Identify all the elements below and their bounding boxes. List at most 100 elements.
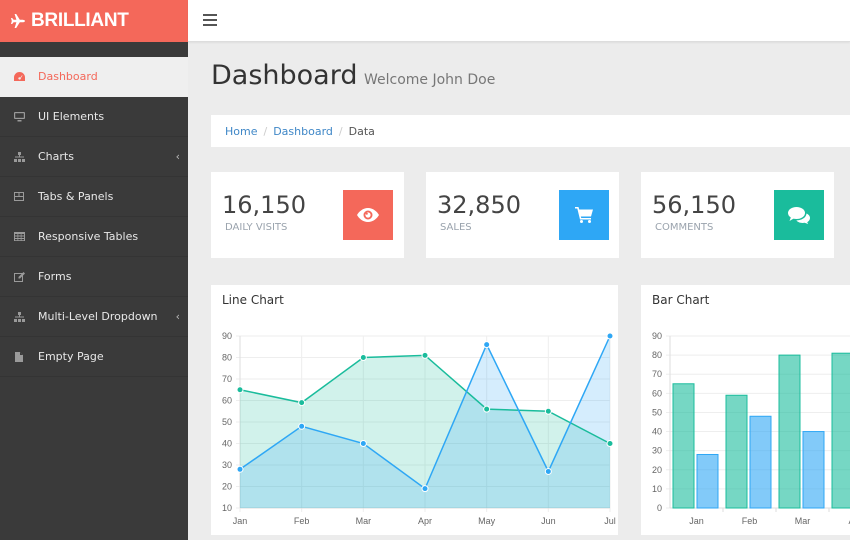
bar — [831, 352, 850, 509]
stat-value: 16,150 — [222, 191, 306, 219]
breadcrumb-separator: / — [338, 124, 343, 138]
sidebar-item-label: Forms — [38, 270, 72, 283]
y-tick-label: 60 — [222, 396, 232, 406]
panels-icon — [0, 192, 38, 201]
stat-label: SALES — [440, 222, 472, 233]
bar-chart-panel: Bar Chart 0102030405060708090JanFebMarAp… — [641, 285, 850, 535]
data-point — [544, 407, 552, 415]
data-point — [298, 422, 306, 430]
sidebar-item-charts[interactable]: Charts ‹ — [0, 137, 188, 177]
table-icon — [0, 232, 38, 241]
bar — [672, 383, 695, 509]
data-point — [236, 465, 244, 473]
bar — [802, 431, 825, 509]
y-tick-label: 80 — [652, 350, 662, 360]
brand-logo[interactable]: BRILLIANT — [0, 0, 188, 42]
data-point — [544, 467, 552, 475]
bar — [725, 394, 748, 509]
stat-card-sales: 32,850 SALES — [426, 172, 619, 258]
sidebar-item-empty-page[interactable]: Empty Page — [0, 337, 188, 377]
x-tick-label: May — [478, 516, 496, 526]
sidebar-item-forms[interactable]: Forms — [0, 257, 188, 297]
breadcrumb-separator: / — [263, 124, 268, 138]
stat-card-daily-visits: 16,150 DAILY VISITS — [211, 172, 404, 258]
sidebar-item-responsive-tables[interactable]: Responsive Tables — [0, 217, 188, 257]
y-tick-label: 10 — [652, 484, 662, 494]
x-tick-label: Apr — [418, 516, 432, 526]
y-tick-label: 90 — [652, 331, 662, 341]
y-tick-label: 30 — [652, 446, 662, 456]
sidebar-item-dashboard[interactable]: Dashboard — [0, 57, 188, 97]
x-tick-label: Mar — [356, 516, 372, 526]
sidebar-item-label: Responsive Tables — [38, 230, 139, 243]
y-tick-label: 10 — [222, 503, 232, 513]
bar-chart: 0102030405060708090JanFebMarApr — [652, 331, 850, 526]
y-tick-label: 50 — [652, 407, 662, 417]
sitemap-icon — [0, 311, 38, 322]
top-navbar — [188, 0, 850, 42]
x-tick-label: Feb — [742, 516, 758, 526]
sidebar-item-tabs-panels[interactable]: Tabs & Panels — [0, 177, 188, 217]
y-tick-label: 40 — [222, 439, 232, 449]
y-tick-label: 30 — [222, 460, 232, 470]
y-tick-label: 20 — [222, 482, 232, 492]
sidebar-item-label: Tabs & Panels — [38, 190, 114, 203]
sidebar-item-label: Dashboard — [38, 70, 98, 83]
sidebar: Dashboard UI Elements Charts ‹ Tabs & Pa… — [0, 42, 188, 540]
x-tick-label: Jun — [541, 516, 556, 526]
page-subtitle: Welcome John Doe — [364, 72, 496, 88]
sidebar-item-multi-level-dropdown[interactable]: Multi-Level Dropdown ‹ — [0, 297, 188, 337]
sidebar-item-ui-elements[interactable]: UI Elements — [0, 97, 188, 137]
data-point — [483, 341, 491, 349]
chevron-left-icon: ‹ — [175, 150, 180, 163]
breadcrumb-current: Data — [348, 124, 375, 138]
bar — [696, 453, 719, 509]
sidebar-item-label: Charts — [38, 150, 74, 163]
bar — [749, 415, 772, 509]
desktop-icon — [0, 111, 38, 122]
data-point — [421, 351, 429, 359]
x-tick-label: Feb — [294, 516, 310, 526]
stat-value: 32,850 — [437, 191, 521, 219]
x-tick-label: Mar — [795, 516, 811, 526]
bar — [778, 354, 801, 509]
y-tick-label: 70 — [652, 369, 662, 379]
data-point — [483, 405, 491, 413]
chevron-left-icon: ‹ — [175, 310, 180, 323]
data-point — [298, 399, 306, 407]
cart-icon — [559, 190, 609, 240]
y-tick-label: 0 — [657, 503, 662, 513]
breadcrumb-dashboard[interactable]: Dashboard — [273, 125, 333, 138]
eye-icon — [343, 190, 393, 240]
y-tick-label: 50 — [222, 417, 232, 427]
y-tick-label: 80 — [222, 353, 232, 363]
breadcrumb-home[interactable]: Home — [225, 125, 257, 138]
page-title: Dashboard — [211, 60, 358, 91]
y-tick-label: 20 — [652, 465, 662, 475]
y-tick-label: 60 — [652, 388, 662, 398]
stat-card-comments: 56,150 COMMENTS — [641, 172, 834, 258]
sidebar-item-label: Empty Page — [38, 350, 104, 363]
dashboard-icon — [0, 72, 38, 81]
data-point — [236, 386, 244, 394]
breadcrumb: Home / Dashboard / Data — [211, 115, 850, 147]
data-point — [359, 354, 367, 361]
file-icon — [0, 351, 38, 362]
stat-label: DAILY VISITS — [225, 222, 288, 233]
sitemap-icon — [0, 151, 38, 162]
sidebar-item-label: Multi-Level Dropdown — [38, 310, 158, 323]
x-tick-label: Jul — [604, 516, 616, 526]
y-tick-label: 70 — [222, 374, 232, 384]
comments-icon — [774, 190, 824, 240]
line-chart: 10 20 30 40 50 60 70 80 90 Jan Feb Mar Apr May Jun Jul — [222, 331, 616, 526]
stat-label: COMMENTS — [655, 222, 714, 233]
data-point — [359, 440, 367, 447]
data-point — [606, 440, 614, 447]
line-chart-panel: Line Chart 10 20 30 40 50 60 70 80 90 Jan Feb Mar Ap… — [211, 285, 618, 535]
stat-value: 56,150 — [652, 191, 736, 219]
brand-name: BRILLIANT — [31, 10, 129, 31]
x-tick-label: Jan — [689, 516, 704, 526]
hamburger-icon[interactable] — [203, 14, 217, 26]
x-tick-label: Jan — [233, 516, 248, 526]
data-point — [421, 485, 429, 493]
